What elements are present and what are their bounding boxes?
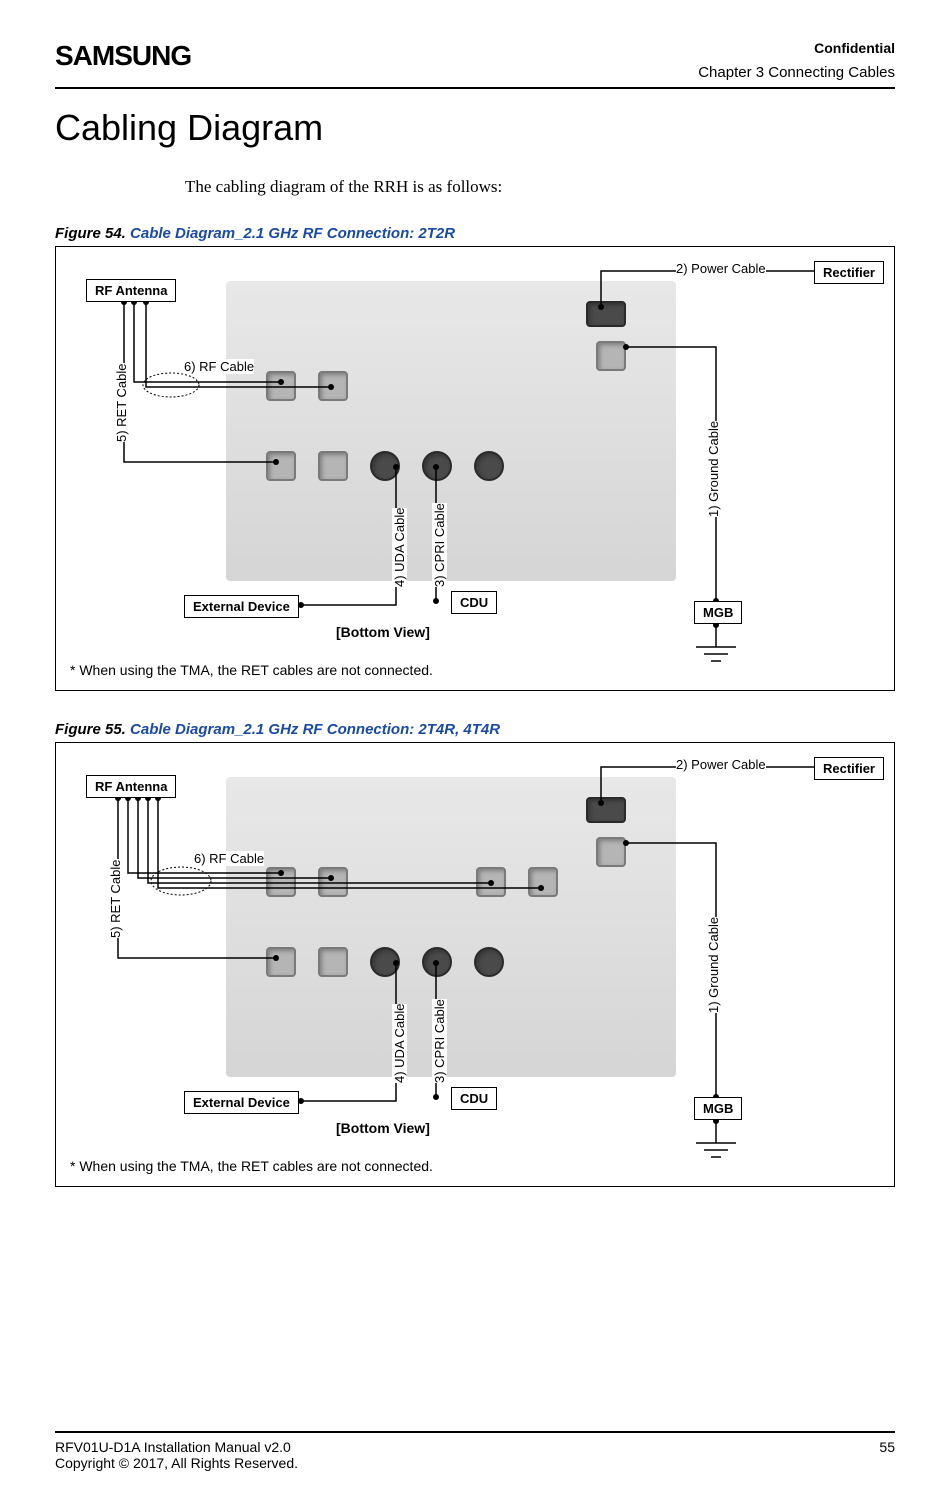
footer-divider xyxy=(55,1431,895,1433)
page-number: 55 xyxy=(879,1439,895,1471)
diagram-54: RF Antenna Rectifier External Device CDU… xyxy=(55,246,895,691)
rf-cable-label: 6) RF Cable xyxy=(194,851,264,866)
wiring-svg xyxy=(56,247,894,690)
header-divider xyxy=(55,87,895,89)
rf-antenna-box: RF Antenna xyxy=(86,775,176,798)
bottom-view-label: [Bottom View] xyxy=(336,1120,430,1136)
manual-label: RFV01U-D1A Installation Manual v2.0 xyxy=(55,1439,298,1455)
figure-prefix: Figure 54. xyxy=(55,225,126,242)
external-device-box: External Device xyxy=(184,595,299,618)
power-cable-label: 2) Power Cable xyxy=(676,261,766,276)
rf-antenna-box: RF Antenna xyxy=(86,279,176,302)
brand-logo: SAMSUNG xyxy=(55,40,191,72)
page-title: Cabling Diagram xyxy=(55,107,895,149)
cdu-box: CDU xyxy=(451,591,497,614)
rectifier-box: Rectifier xyxy=(814,261,884,284)
cpri-cable-label: 3) CPRI Cable xyxy=(432,999,447,1083)
uda-cable-label: 4) UDA Cable xyxy=(392,1004,407,1083)
figure-title: Cable Diagram_2.1 GHz RF Connection: 2T2… xyxy=(130,225,455,242)
chapter-label: Chapter 3 Connecting Cables xyxy=(698,64,895,81)
diagram-55: RF Antenna Rectifier External Device CDU… xyxy=(55,742,895,1187)
figure-note: * When using the TMA, the RET cables are… xyxy=(70,1158,433,1174)
figure-prefix: Figure 55. xyxy=(55,721,126,738)
intro-text: The cabling diagram of the RRH is as fol… xyxy=(185,177,895,197)
figure-note: * When using the TMA, the RET cables are… xyxy=(70,662,433,678)
ret-cable-label: 5) RET Cable xyxy=(114,363,129,442)
ground-cable-label: 1) Ground Cable xyxy=(706,917,721,1013)
cpri-cable-label: 3) CPRI Cable xyxy=(432,503,447,587)
rectifier-box: Rectifier xyxy=(814,757,884,780)
figure-caption-54: Figure 54. Cable Diagram_2.1 GHz RF Conn… xyxy=(55,225,895,242)
bottom-view-label: [Bottom View] xyxy=(336,624,430,640)
mgb-box: MGB xyxy=(694,1097,742,1120)
wiring-svg xyxy=(56,743,894,1186)
uda-cable-label: 4) UDA Cable xyxy=(392,508,407,587)
external-device-box: External Device xyxy=(184,1091,299,1114)
rf-cable-label: 6) RF Cable xyxy=(184,359,254,374)
ground-cable-label: 1) Ground Cable xyxy=(706,421,721,517)
cdu-box: CDU xyxy=(451,1087,497,1110)
copyright-label: Copyright © 2017, All Rights Reserved. xyxy=(55,1455,298,1471)
power-cable-label: 2) Power Cable xyxy=(676,757,766,772)
mgb-box: MGB xyxy=(694,601,742,624)
figure-caption-55: Figure 55. Cable Diagram_2.1 GHz RF Conn… xyxy=(55,721,895,738)
figure-title: Cable Diagram_2.1 GHz RF Connection: 2T4… xyxy=(130,721,500,738)
confidential-label: Confidential xyxy=(698,40,895,56)
ret-cable-label: 5) RET Cable xyxy=(108,859,123,938)
page-footer: RFV01U-D1A Installation Manual v2.0 Copy… xyxy=(55,1431,895,1471)
